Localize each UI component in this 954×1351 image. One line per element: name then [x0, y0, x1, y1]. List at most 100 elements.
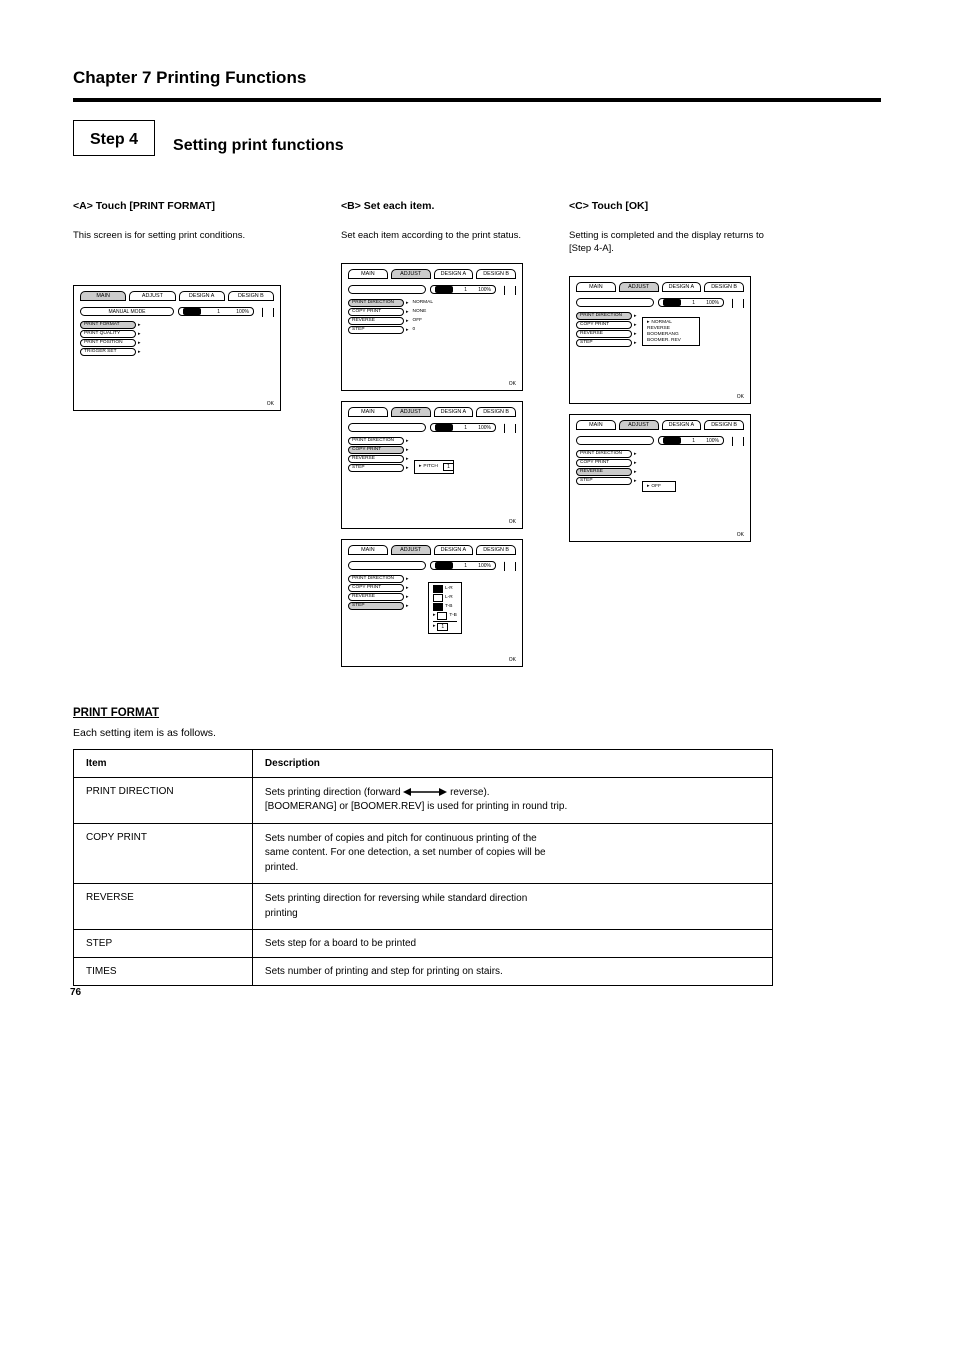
- row-step[interactable]: STEP: [576, 477, 632, 485]
- val-copy: NONE: [413, 309, 427, 314]
- row-trigger-set[interactable]: TRIGGER SET: [80, 348, 136, 356]
- tab-adjust[interactable]: ADJUST: [619, 420, 659, 430]
- row-print-quality[interactable]: PRINT QUALITY: [80, 330, 136, 338]
- row-step[interactable]: STEP: [576, 339, 632, 347]
- chevron-right-icon: ▸: [406, 603, 409, 609]
- tab-main[interactable]: MAIN: [348, 407, 388, 417]
- slider[interactable]: 1100%: [658, 298, 724, 307]
- chevron-right-icon: ▸: [634, 460, 637, 466]
- popup-direction[interactable]: ▸NORMAL REVERSE BOOMERANG BOOMER. REV: [642, 317, 700, 346]
- chevron-right-icon: ▸: [406, 327, 409, 333]
- home-icon[interactable]: [504, 285, 516, 295]
- slider[interactable]: 1100%: [430, 423, 496, 432]
- mode-pill[interactable]: [348, 285, 426, 294]
- val-step: 0: [413, 327, 416, 332]
- home-icon[interactable]: [262, 307, 274, 317]
- row-reverse[interactable]: REVERSE: [348, 455, 404, 463]
- tab-design-b[interactable]: DESIGN B: [704, 420, 744, 430]
- popup-opt[interactable]: BOOMER. REV: [647, 338, 681, 343]
- tab-design-b[interactable]: DESIGN B: [228, 291, 274, 301]
- popup-pitch[interactable]: ▸PITCH 1: [414, 460, 454, 474]
- ok-button[interactable]: OK: [509, 381, 516, 387]
- popup-reverse[interactable]: ▸OFF: [642, 481, 676, 492]
- row-print-direction[interactable]: PRINT DIRECTION: [348, 299, 404, 307]
- popup-opt[interactable]: OFF: [651, 484, 661, 489]
- tab-design-a[interactable]: DESIGN A: [662, 420, 702, 430]
- slider[interactable]: 1100%: [430, 561, 496, 570]
- tab-design-b[interactable]: DESIGN B: [476, 407, 516, 417]
- chevron-right-icon: ▸: [406, 300, 409, 306]
- row-copy-print[interactable]: COPY PRINT: [348, 446, 404, 454]
- row-reverse[interactable]: REVERSE: [348, 317, 404, 325]
- cell-item: REVERSE: [74, 884, 253, 930]
- row-print-direction[interactable]: PRINT DIRECTION: [348, 575, 404, 583]
- mode-pill[interactable]: [576, 298, 654, 307]
- tab-design-a[interactable]: DESIGN A: [662, 282, 702, 292]
- popup-opt[interactable]: T-B: [449, 613, 456, 618]
- mode-pill[interactable]: [576, 436, 654, 445]
- tab-adjust[interactable]: ADJUST: [391, 269, 431, 279]
- step-title: Setting print functions: [173, 137, 344, 155]
- row-reverse[interactable]: REVERSE: [348, 593, 404, 601]
- popup-step[interactable]: L-R L-R T-B ▸T-B ▸1: [428, 582, 462, 634]
- tab-main[interactable]: MAIN: [348, 545, 388, 555]
- tab-adjust[interactable]: ADJUST: [391, 407, 431, 417]
- slider[interactable]: 1100%: [430, 285, 496, 294]
- row-step[interactable]: STEP: [348, 464, 404, 472]
- tab-design-b[interactable]: DESIGN B: [476, 545, 516, 555]
- screen-a: MAIN ADJUST DESIGN A DESIGN B MANUAL MOD…: [73, 285, 281, 411]
- row-step[interactable]: STEP: [348, 602, 404, 610]
- ok-button[interactable]: OK: [267, 401, 274, 407]
- tab-design-a[interactable]: DESIGN A: [179, 291, 225, 301]
- home-icon[interactable]: [504, 423, 516, 433]
- tab-main[interactable]: MAIN: [348, 269, 388, 279]
- popup-opt[interactable]: NORMAL: [651, 320, 672, 325]
- tab-adjust[interactable]: ADJUST: [391, 545, 431, 555]
- slider-cur: 1: [464, 563, 467, 569]
- tab-main[interactable]: MAIN: [80, 291, 126, 301]
- tab-design-a[interactable]: DESIGN A: [434, 407, 474, 417]
- row-print-direction[interactable]: PRINT DIRECTION: [576, 312, 632, 320]
- tab-design-a[interactable]: DESIGN A: [434, 269, 474, 279]
- row-copy-print[interactable]: COPY PRINT: [348, 584, 404, 592]
- row-reverse[interactable]: REVERSE: [576, 330, 632, 338]
- slider[interactable]: 1 100%: [178, 307, 254, 316]
- tab-design-b[interactable]: DESIGN B: [476, 269, 516, 279]
- tab-main[interactable]: MAIN: [576, 282, 616, 292]
- mode-pill[interactable]: [348, 423, 426, 432]
- mode-pill[interactable]: MANUAL MODE: [80, 307, 174, 316]
- ok-button[interactable]: OK: [509, 519, 516, 525]
- popup-opt[interactable]: T-B: [445, 604, 452, 609]
- row-print-direction[interactable]: PRINT DIRECTION: [348, 437, 404, 445]
- tab-design-a[interactable]: DESIGN A: [434, 545, 474, 555]
- row-reverse[interactable]: REVERSE: [576, 468, 632, 476]
- tab-adjust[interactable]: ADJUST: [129, 291, 175, 301]
- popup-value[interactable]: 1: [443, 463, 454, 471]
- home-icon[interactable]: [732, 436, 744, 446]
- popup-opt[interactable]: BOOMERANG: [647, 332, 679, 337]
- desc-part: Sets printing direction (forward: [265, 787, 403, 798]
- tab-design-b[interactable]: DESIGN B: [704, 282, 744, 292]
- popup-opt[interactable]: L-R: [445, 586, 453, 591]
- row-copy-print[interactable]: COPY PRINT: [576, 321, 632, 329]
- popup-opt[interactable]: L-R: [445, 595, 453, 600]
- tab-main[interactable]: MAIN: [576, 420, 616, 430]
- ok-button[interactable]: OK: [737, 532, 744, 538]
- row-print-direction[interactable]: PRINT DIRECTION: [576, 450, 632, 458]
- row-print-position[interactable]: PRINT POSITION: [80, 339, 136, 347]
- home-icon[interactable]: [504, 561, 516, 571]
- row-copy-print[interactable]: COPY PRINT: [348, 308, 404, 316]
- ok-button[interactable]: OK: [509, 657, 516, 663]
- ok-button[interactable]: OK: [737, 394, 744, 400]
- row-step[interactable]: STEP: [348, 326, 404, 334]
- slider-max: 100%: [478, 287, 491, 293]
- slider[interactable]: 1100%: [658, 436, 724, 445]
- row-copy-print[interactable]: COPY PRINT: [576, 459, 632, 467]
- chevron-right-icon: ▸: [406, 438, 409, 444]
- home-icon[interactable]: [732, 298, 744, 308]
- mode-pill[interactable]: [348, 561, 426, 570]
- popup-opt[interactable]: REVERSE: [647, 326, 670, 331]
- row-print-format[interactable]: PRINT FORMAT: [80, 321, 136, 329]
- tab-adjust[interactable]: ADJUST: [619, 282, 659, 292]
- popup-footer[interactable]: 1: [437, 623, 448, 631]
